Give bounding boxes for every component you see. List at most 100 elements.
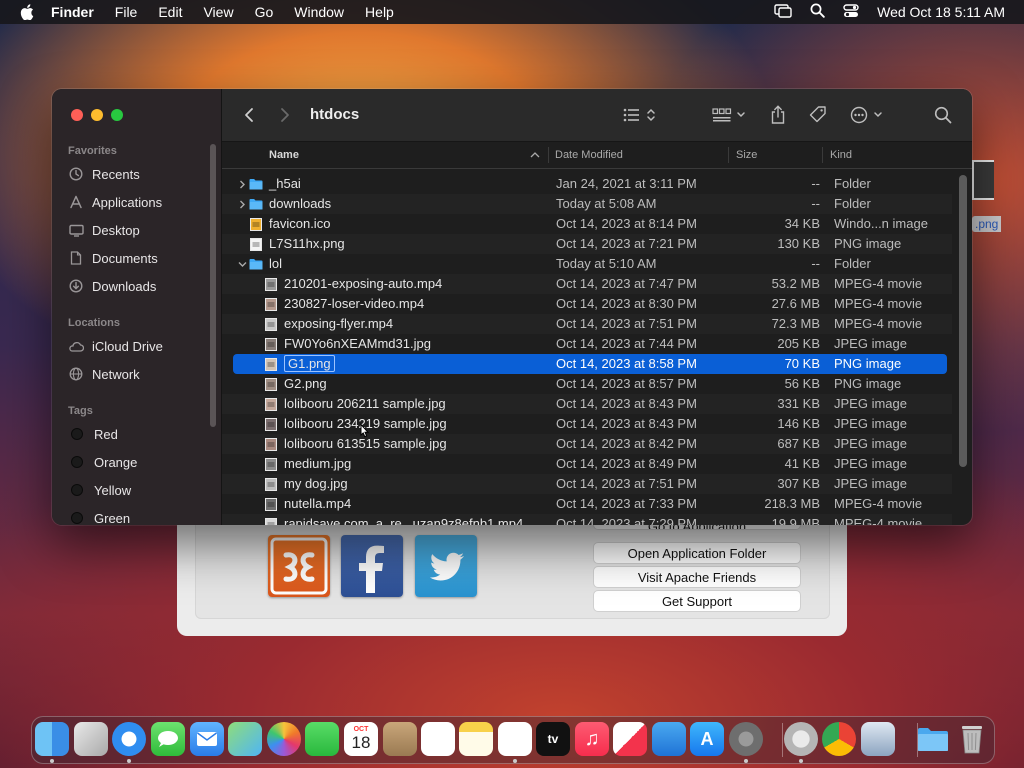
maps-icon[interactable] (228, 722, 262, 756)
photos-icon[interactable] (267, 722, 301, 756)
back-button[interactable] (244, 105, 254, 125)
xampp-logo-icon[interactable] (268, 535, 330, 597)
visit-apache-friends-button[interactable]: Visit Apache Friends (593, 566, 801, 588)
sidebar-item-downloads[interactable]: Downloads (68, 275, 156, 297)
file-name[interactable]: lolibooru 206211 sample.jpg (284, 394, 446, 414)
disclosure-expanded-icon[interactable] (236, 254, 248, 274)
file-name[interactable]: G1.png (284, 354, 335, 374)
column-name[interactable]: Name (269, 142, 299, 168)
spotlight-search-icon[interactable] (810, 3, 825, 21)
mail-icon[interactable] (190, 722, 224, 756)
file-name[interactable]: rapidsave.com_a_re...uzan9z8efnb1.mp4 (284, 514, 523, 525)
facetime-icon[interactable] (305, 722, 339, 756)
more-actions-button[interactable] (850, 105, 886, 125)
list-view-button[interactable] (622, 105, 658, 125)
open-application-folder-button[interactable]: Open Application Folder (593, 542, 801, 564)
system-settings-icon[interactable] (729, 722, 763, 756)
notes-icon[interactable] (459, 722, 493, 756)
safari-icon[interactable] (112, 722, 146, 756)
column-date-modified[interactable]: Date Modified (555, 142, 623, 168)
table-row[interactable]: FW0Yo6nXEAMmd31.jpg Oct 14, 2023 at 7:44 … (222, 334, 952, 354)
file-name[interactable]: 230827-loser-video.mp4 (284, 294, 424, 314)
table-row[interactable]: 210201-exposing-auto.mp4 Oct 14, 2023 at … (222, 274, 952, 294)
file-name[interactable]: medium.jpg (284, 454, 351, 474)
search-button[interactable] (934, 105, 952, 125)
menu-go[interactable]: Go (255, 4, 274, 20)
table-row-selected[interactable]: G1.png Oct 14, 2023 at 8:58 PM 70 KB PNG im… (233, 354, 947, 374)
file-name[interactable]: favicon.ico (269, 214, 330, 234)
facebook-logo-icon[interactable] (341, 535, 403, 597)
group-by-button[interactable] (712, 105, 748, 125)
table-row[interactable]: G2.png Oct 14, 2023 at 8:57 PM 56 KB PNG im… (222, 374, 952, 394)
trash-icon[interactable] (955, 722, 989, 756)
apple-menu-icon[interactable] (19, 4, 35, 20)
screen-mirroring-icon[interactable] (774, 3, 792, 21)
sidebar-tag-orange[interactable]: Orange (68, 451, 137, 473)
messages-icon[interactable] (151, 722, 185, 756)
sidebar-item-icloud-drive[interactable]: iCloud Drive (68, 335, 163, 357)
get-support-button[interactable]: Get Support (593, 590, 801, 612)
table-row[interactable]: lolibooru 234219 sample.jpg Oct 14, 2023 … (222, 414, 952, 434)
chrome-icon[interactable] (822, 722, 856, 756)
column-divider[interactable] (548, 147, 549, 163)
sidebar-scrollbar[interactable] (210, 144, 216, 427)
menu-file[interactable]: File (115, 4, 138, 20)
sidebar-item-recents[interactable]: Recents (68, 163, 140, 185)
table-row[interactable]: rapidsave.com_a_re...uzan9z8efnb1.mp4 Oct… (222, 514, 952, 525)
xampp-manager-icon[interactable] (784, 722, 818, 756)
disclosure-collapsed-icon[interactable] (236, 194, 248, 214)
calendar-icon[interactable]: OCT 18 (344, 722, 378, 756)
file-name[interactable]: my dog.jpg (284, 474, 348, 494)
table-row[interactable]: lolibooru 206211 sample.jpg Oct 14, 2023 … (222, 394, 952, 414)
desktop-file-thumbnail[interactable] (972, 160, 994, 200)
menubar-clock[interactable]: Wed Oct 18 5:11 AM (877, 4, 1005, 20)
preview-icon[interactable] (861, 722, 895, 756)
file-list-scrollbar[interactable] (959, 175, 967, 467)
launchpad-icon[interactable] (74, 722, 108, 756)
sidebar-tag-red[interactable]: Red (68, 423, 118, 445)
file-name[interactable]: FW0Yo6nXEAMmd31.jpg (284, 334, 431, 354)
file-name[interactable]: exposing-flyer.mp4 (284, 314, 393, 334)
desktop-file-label[interactable]: .png (972, 216, 1002, 232)
table-row[interactable]: lolibooru 613515 sample.jpg Oct 14, 2023 … (222, 434, 952, 454)
menu-help[interactable]: Help (365, 4, 394, 20)
table-row[interactable]: exposing-flyer.mp4 Oct 14, 2023 at 7:51 P… (222, 314, 952, 334)
disclosure-collapsed-icon[interactable] (236, 174, 248, 194)
keynote-icon[interactable] (652, 722, 686, 756)
news-icon[interactable] (613, 722, 647, 756)
sidebar-item-applications[interactable]: Applications (68, 191, 162, 213)
sort-ascending-icon[interactable] (530, 142, 540, 168)
file-name[interactable]: downloads (269, 194, 331, 214)
file-name-edit-box[interactable]: G1.png (284, 355, 335, 372)
table-row[interactable]: nutella.mp4 Oct 14, 2023 at 7:33 PM 218.3 … (222, 494, 952, 514)
sidebar-item-documents[interactable]: Documents (68, 247, 158, 269)
menu-app-finder[interactable]: Finder (51, 4, 94, 20)
app-store-icon[interactable]: A (690, 722, 724, 756)
zoom-window-button[interactable] (111, 109, 123, 121)
column-divider[interactable] (822, 147, 823, 163)
control-center-icon[interactable] (843, 3, 859, 21)
sidebar-tag-yellow[interactable]: Yellow (68, 479, 131, 501)
table-row[interactable]: 230827-loser-video.mp4 Oct 14, 2023 at 8:… (222, 294, 952, 314)
file-name[interactable]: nutella.mp4 (284, 494, 351, 514)
table-row[interactable]: _h5ai Jan 24, 2021 at 3:11 PM -- Folder (222, 174, 952, 194)
music-icon[interactable]: ♫ (575, 722, 609, 756)
menu-edit[interactable]: Edit (158, 4, 182, 20)
apple-tv-icon[interactable]: tv (536, 722, 570, 756)
menu-view[interactable]: View (203, 4, 233, 20)
contacts-icon[interactable] (383, 722, 417, 756)
table-row[interactable]: my dog.jpg Oct 14, 2023 at 7:51 PM 307 KB J… (222, 474, 952, 494)
twitter-logo-icon[interactable] (415, 535, 477, 597)
column-divider[interactable] (728, 147, 729, 163)
table-row[interactable]: medium.jpg Oct 14, 2023 at 8:49 PM 41 KB JP… (222, 454, 952, 474)
table-row[interactable]: lol Today at 5:10 AM -- Folder (222, 254, 952, 274)
finder-icon[interactable] (35, 722, 69, 756)
column-kind[interactable]: Kind (830, 142, 852, 168)
sidebar-tag-green[interactable]: Green (68, 507, 130, 525)
close-window-button[interactable] (71, 109, 83, 121)
file-name[interactable]: G2.png (284, 374, 327, 394)
tag-button[interactable] (808, 105, 828, 125)
downloads-folder-icon[interactable] (916, 722, 950, 756)
minimize-window-button[interactable] (91, 109, 103, 121)
sidebar-item-desktop[interactable]: Desktop (68, 219, 140, 241)
